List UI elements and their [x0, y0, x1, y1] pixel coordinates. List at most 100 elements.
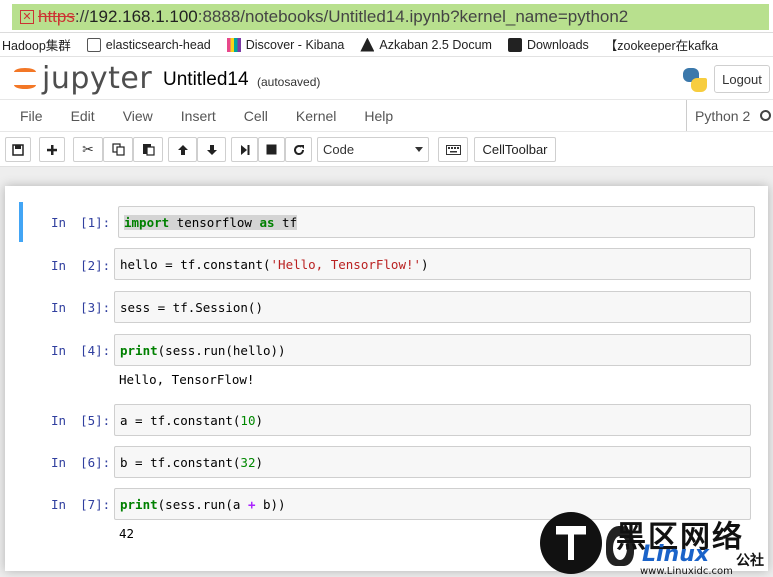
watermark-url: www.Linuxidc.com	[640, 566, 733, 577]
code-token: 10	[240, 412, 256, 428]
bookmark-elasticsearch-head[interactable]: elasticsearch-head	[85, 37, 211, 52]
bookmark-label: elasticsearch-head	[105, 37, 211, 52]
watermark-sub: Linux	[642, 542, 710, 567]
kernel-indicator: Python 2	[686, 100, 772, 131]
arrow-up-icon	[177, 144, 188, 155]
restart-icon	[293, 144, 304, 155]
kernel-name: Python 2	[695, 107, 751, 124]
command-palette-button[interactable]	[438, 137, 468, 162]
stop-icon	[266, 144, 277, 155]
code-cell[interactable]: In [2]: hello = tf.constant('Hello, Tenso…	[19, 246, 752, 280]
bookmark-label: 【zookeeper在kafka	[604, 39, 719, 53]
move-down-button[interactable]	[197, 137, 226, 162]
jupyter-header: jupyter Untitled14 (autosaved) Logout	[0, 57, 773, 99]
save-icon	[12, 143, 24, 156]
code-input[interactable]: sess = tf.Session()	[114, 291, 751, 323]
menu-view[interactable]: View	[109, 108, 167, 124]
move-up-button[interactable]	[168, 137, 197, 162]
menu-file[interactable]: File	[6, 108, 57, 124]
cut-button[interactable]: ✂	[73, 137, 103, 162]
kibana-icon	[226, 37, 241, 52]
url-scheme: https	[38, 7, 75, 26]
code-token: b = tf.constant(	[120, 454, 241, 470]
code-cell[interactable]: In [1]: import tensorflow as tf	[19, 202, 755, 242]
run-cell-button[interactable]	[231, 137, 258, 162]
code-token: +	[247, 496, 256, 512]
restart-kernel-button[interactable]	[285, 137, 312, 162]
save-button[interactable]	[5, 137, 31, 162]
bookmark-hadoop[interactable]: Hadoop集群	[0, 35, 71, 54]
code-input[interactable]: a = tf.constant(10)	[114, 404, 751, 436]
watermark-logo-icon	[540, 512, 602, 574]
chevron-down-icon	[415, 147, 423, 152]
code-cell[interactable]: In [3]: sess = tf.Session()	[19, 289, 752, 323]
notebook-toolbar: ✂ Code CellToolbar	[0, 132, 773, 167]
browser-address-bar[interactable]: ✕ https://192.168.1.100:8888/notebooks/U…	[0, 0, 773, 33]
url-host: 192.168.1.100	[89, 7, 198, 26]
insecure-lock-icon: ✕	[20, 10, 34, 24]
bookmarks-bar: Hadoop集群 elasticsearch-head Discover - K…	[0, 33, 773, 57]
arrow-down-icon	[206, 144, 217, 155]
menu-help[interactable]: Help	[350, 108, 407, 124]
bookmark-label: Downloads	[526, 37, 589, 52]
code-token: )	[421, 256, 429, 272]
bookmark-downloads[interactable]: Downloads	[506, 37, 589, 52]
url-field[interactable]: ✕ https://192.168.1.100:8888/notebooks/U…	[12, 4, 769, 30]
python-icon	[681, 66, 709, 94]
copy-icon	[111, 143, 125, 156]
menu-insert[interactable]: Insert	[167, 108, 230, 124]
downloads-icon	[507, 37, 522, 52]
celltoolbar-button[interactable]: CellToolbar	[474, 137, 556, 162]
autosave-status: (autosaved)	[257, 75, 321, 89]
code-token: as	[259, 214, 275, 230]
bookmark-label: Azkaban 2.5 Docum	[379, 37, 492, 52]
code-token: sess = tf.Session()	[120, 299, 263, 315]
step-forward-icon	[240, 144, 249, 155]
code-input[interactable]: print (sess.run(hello))	[114, 334, 751, 366]
bookmark-azkaban[interactable]: Azkaban 2.5 Docum	[358, 37, 492, 52]
scissors-icon: ✂	[82, 141, 94, 157]
bookmark-kibana[interactable]: Discover - Kibana	[225, 37, 345, 52]
paste-icon	[142, 144, 155, 156]
menu-edit[interactable]: Edit	[57, 108, 109, 124]
cell-type-select[interactable]: Code	[317, 137, 429, 162]
menubar: File Edit View Insert Cell Kernel Help P…	[0, 99, 773, 132]
jupyter-logo[interactable]: jupyter	[12, 60, 153, 96]
code-cell[interactable]: In [6]: b = tf.constant(32)	[19, 444, 752, 478]
menu-cell[interactable]: Cell	[230, 108, 282, 124]
jupyter-logo-text: jupyter	[42, 60, 153, 96]
input-prompt: In [1]:	[51, 215, 111, 230]
code-input[interactable]: import tensorflow as tf	[118, 206, 755, 238]
jupyter-logo-icon	[12, 63, 38, 93]
menu-kernel[interactable]: Kernel	[282, 108, 350, 124]
cell-type-value: Code	[323, 142, 355, 157]
code-input[interactable]: hello = tf.constant('Hello, TensorFlow!'…	[114, 248, 751, 280]
cell-output: Hello, TensorFlow!	[119, 372, 255, 387]
url-separator: ://	[74, 7, 90, 26]
copy-button[interactable]	[103, 137, 133, 162]
logout-button[interactable]: Logout	[714, 65, 770, 93]
code-token: tensorflow	[169, 214, 260, 230]
watermark: 黑区网络 Linux 公社 www.Linuxidc.com	[540, 512, 773, 577]
code-cell[interactable]: In [4]: print (sess.run(hello)) Hello, Ten…	[19, 332, 752, 392]
code-token: (sess.run(a	[157, 496, 248, 512]
kernel-idle-icon	[760, 110, 772, 121]
code-token: print	[120, 496, 158, 512]
bookmark-label: Hadoop集群	[2, 39, 71, 53]
code-token: b))	[255, 496, 286, 512]
interrupt-kernel-button[interactable]	[258, 137, 285, 162]
watermark-sub2: 公社	[736, 552, 764, 568]
code-token: hello = tf.constant(	[120, 256, 271, 272]
insert-cell-button[interactable]	[39, 137, 65, 162]
notebook-title[interactable]: Untitled14	[163, 69, 249, 91]
bookmark-label: Discover - Kibana	[245, 37, 345, 52]
code-input[interactable]: b = tf.constant(32)	[114, 446, 751, 478]
url-path: :8888/notebooks/Untitled14.ipynb?kernel_…	[197, 7, 629, 26]
azkaban-icon	[360, 37, 375, 52]
code-token: a = tf.constant(	[120, 412, 241, 428]
code-token: (sess.run(hello))	[157, 342, 286, 358]
paste-button[interactable]	[133, 137, 163, 162]
bookmark-zookeeper[interactable]: 【zookeeper在kafka	[603, 35, 718, 54]
code-token: tf	[274, 214, 298, 230]
code-cell[interactable]: In [5]: a = tf.constant(10)	[19, 402, 752, 436]
